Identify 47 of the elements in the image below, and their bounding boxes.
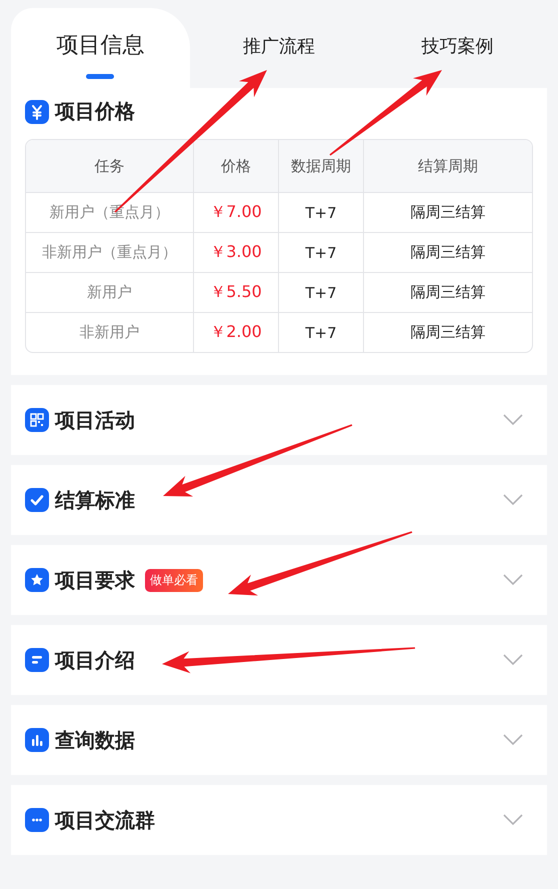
section-title: 结算标准 bbox=[55, 486, 135, 514]
star-icon bbox=[25, 568, 49, 592]
table-cell: T+7 bbox=[279, 233, 364, 273]
collapsible-section[interactable]: 项目活动 bbox=[11, 385, 547, 455]
table-cell: 非新用户 bbox=[26, 313, 194, 352]
section-title: 项目介绍 bbox=[55, 646, 135, 674]
column-header: 数据周期 bbox=[279, 140, 364, 193]
table-cell: 隔周三结算 bbox=[364, 273, 532, 313]
collapsible-section[interactable]: 查询数据 bbox=[11, 705, 547, 775]
collapsible-section[interactable]: 项目交流群 bbox=[11, 785, 547, 855]
table-cell: 隔周三结算 bbox=[364, 193, 532, 233]
column-header: 任务 bbox=[26, 140, 194, 193]
section-title: 项目活动 bbox=[55, 406, 135, 434]
section-title: 项目要求 bbox=[55, 566, 135, 594]
bar-chart-icon bbox=[25, 728, 49, 752]
table-cell-text: 隔周三结算 bbox=[410, 322, 486, 343]
yen-icon bbox=[25, 100, 49, 124]
chevron-icon[interactable] bbox=[503, 814, 523, 826]
table-cell: ￥2.00 bbox=[194, 313, 279, 352]
section-title: 查询数据 bbox=[55, 726, 135, 754]
column-header: 价格 bbox=[194, 140, 279, 193]
table-cell: T+7 bbox=[279, 193, 364, 233]
table-cell: 非新用户（重点月） bbox=[26, 233, 194, 273]
document-icon bbox=[25, 648, 49, 672]
checkmark-icon bbox=[25, 488, 49, 512]
collapsible-section[interactable]: 项目要求 做单必看 bbox=[11, 545, 547, 615]
collapsible-section[interactable]: 结算标准 bbox=[11, 465, 547, 535]
section-title: 项目价格 bbox=[55, 98, 135, 125]
table-cell: T+7 bbox=[279, 273, 364, 313]
table-cell: ￥3.00 bbox=[194, 233, 279, 273]
table-cell: T+7 bbox=[279, 313, 364, 352]
qr-code-icon bbox=[25, 408, 49, 432]
chevron-icon[interactable] bbox=[503, 494, 523, 506]
section-title: 项目交流群 bbox=[55, 806, 155, 834]
chevron-icon[interactable] bbox=[503, 414, 523, 426]
table-cell: ￥7.00 bbox=[194, 193, 279, 233]
column-header: 结算周期 bbox=[364, 140, 532, 193]
chevron-icon[interactable] bbox=[503, 574, 523, 586]
table-cell: ￥5.50 bbox=[194, 273, 279, 313]
collapsible-section[interactable]: 项目介绍 bbox=[11, 625, 547, 695]
tab[interactable]: 项目信息 bbox=[11, 8, 190, 88]
chevron-icon[interactable] bbox=[503, 654, 523, 666]
table-cell: 新用户 bbox=[26, 273, 194, 313]
table-cell: 隔周三结算 bbox=[364, 233, 532, 273]
chevron-icon[interactable] bbox=[503, 734, 523, 746]
chat-bubble-icon bbox=[25, 808, 49, 832]
tag: 做单必看 bbox=[145, 568, 203, 592]
